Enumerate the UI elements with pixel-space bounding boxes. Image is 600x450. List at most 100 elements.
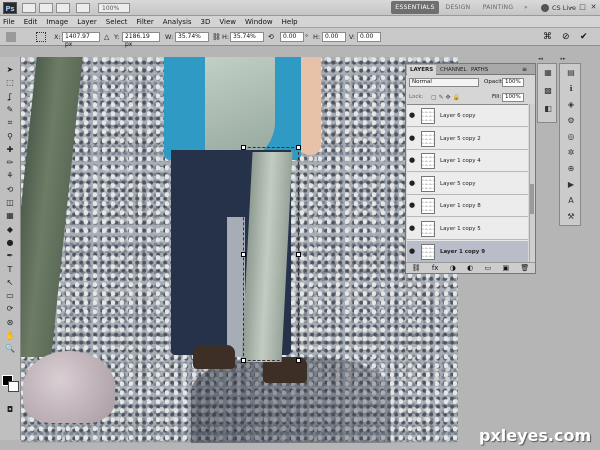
menu-layer[interactable]: Layer [77,16,97,27]
tool-presets-icon[interactable]: ⚒ [565,212,577,222]
layer-row[interactable]: ● Layer 5 copy [407,172,528,195]
relative-position-icon[interactable]: △ [104,32,114,42]
color-panel-icon[interactable]: ▦ [542,68,554,78]
layer-row[interactable]: ● Layer 5 copy 2 [407,127,528,150]
maintain-aspect-ratio-icon[interactable]: ⛓ [212,32,222,42]
masks-panel-icon[interactable]: ◎ [565,132,577,142]
menu-image[interactable]: Image [46,16,68,27]
menu-view[interactable]: View [219,16,236,27]
layer-row[interactable]: ● Layer 1 copy 9 [407,240,528,262]
adjustments-panel-icon[interactable]: ⚙ [565,116,577,126]
layer-row[interactable]: ● Layer 1 copy 8 [407,195,528,218]
histogram-panel-icon[interactable]: ▤ [565,68,577,78]
workspace-painting[interactable]: PAINTING [478,1,518,14]
visibility-eye-icon[interactable]: ● [409,247,417,255]
menu-filter[interactable]: Filter [136,16,153,27]
group-icon[interactable]: ▭ [485,264,492,272]
panel-menu-icon[interactable]: ≡ [522,65,527,75]
layer-list-scroll-thumb[interactable] [530,184,534,214]
menu-file[interactable]: File [3,16,15,27]
clone-source-icon[interactable]: ⊕ [565,164,577,174]
clone-stamp-icon[interactable]: ⚘ [4,171,16,180]
menu-window[interactable]: Window [245,16,273,27]
eyedropper-tool-icon[interactable]: ⚲ [4,132,16,141]
x-position-field[interactable]: 1407.97 px [62,32,100,48]
menu-edit[interactable]: Edit [24,16,38,27]
visibility-eye-icon[interactable]: ● [409,179,417,187]
tab-layers[interactable]: LAYERS [407,65,437,75]
blend-mode-dropdown[interactable]: Normal [409,78,479,87]
visibility-eye-icon[interactable]: ● [409,134,417,142]
menu-select[interactable]: Select [106,16,128,27]
opacity-field[interactable]: 100% [502,78,524,87]
lasso-tool-icon[interactable]: ʆ [4,92,16,101]
healing-brush-icon[interactable]: ✚ [4,145,16,154]
close-window-icon[interactable]: ✕ [589,3,598,12]
layer-mask-icon[interactable]: ◑ [450,264,456,272]
visibility-eye-icon[interactable]: ● [409,225,417,232]
cs-live-icon[interactable] [541,4,549,12]
transform-handle-tl[interactable] [241,145,246,150]
width-scale-field[interactable]: 35.74% [175,32,209,42]
vertical-skew-field[interactable]: 0.00 [357,32,381,42]
document-canvas[interactable] [21,57,458,443]
path-select-icon[interactable]: ↖ [4,278,16,287]
layer-row[interactable]: ● Layer 1 copy 4 [407,150,528,173]
view-extras-icon[interactable] [56,3,70,13]
layer-row[interactable]: ● Layer 1 copy 5 [407,218,528,240]
layer-list-scrollbar[interactable] [529,104,535,262]
adjustment-layer-icon[interactable]: ◐ [467,264,473,272]
commit-transform-icon[interactable]: ✔ [580,32,590,42]
tab-channels[interactable]: CHANNEL [437,65,470,75]
workspace-essentials[interactable]: ESSENTIALS [391,1,439,14]
delete-layer-icon[interactable]: 🗑 [520,264,529,272]
marquee-tool-icon[interactable]: ⬚ [4,78,16,87]
transform-handle-ml[interactable] [241,252,246,257]
mini-bridge-icon[interactable] [39,3,53,13]
layer-style-icon[interactable]: fx [432,264,439,272]
rotation-angle-field[interactable]: 0.00 [280,32,304,42]
menu-help[interactable]: Help [282,16,298,27]
visibility-eye-icon[interactable]: ● [409,157,417,164]
fill-field[interactable]: 100% [502,93,524,102]
quick-mask-icon[interactable]: ◘ [4,405,16,414]
bridge-icon[interactable] [22,3,36,13]
zoom-level-dropdown[interactable]: 100% [98,3,130,13]
minimize-window-icon[interactable]: – [567,3,576,12]
tab-paths[interactable]: PATHS [468,65,491,75]
transform-handle-mr[interactable] [296,252,301,257]
tool-preset-icon[interactable] [6,32,16,42]
transform-handle-tr[interactable] [296,145,301,150]
3d-rotate-icon[interactable]: ⟳ [4,304,16,313]
workspace-design[interactable]: DESIGN [441,1,475,14]
layer-row[interactable]: ● Layer 6 copy [407,105,528,127]
lock-options-icon[interactable]: ▢ ✎ ✥ 🔒 [431,94,479,101]
visibility-eye-icon[interactable]: ● [409,202,417,209]
actions-panel-icon[interactable]: ▶ [565,180,577,190]
crop-tool-icon[interactable]: ⌗ [4,118,16,127]
transform-handle-bl[interactable] [241,358,246,363]
visibility-eye-icon[interactable]: ● [409,112,417,119]
brush-tool-icon[interactable]: ✏ [4,158,16,167]
character-panel-icon[interactable]: A [565,196,577,206]
background-color-swatch[interactable] [8,381,19,392]
panel-collapse-arrows[interactable]: ◂◂ ▸▸ [538,56,600,63]
transform-handle-br[interactable] [296,358,301,363]
history-brush-icon[interactable]: ⟲ [4,185,16,194]
link-layers-icon[interactable]: ⛓ [412,264,421,272]
warp-mode-icon[interactable]: ⌘ [543,32,553,42]
menu-analysis[interactable]: Analysis [163,16,192,27]
new-layer-icon[interactable]: ▣ [502,264,509,272]
brushes-panel-icon[interactable]: ✲ [565,148,577,158]
pen-tool-icon[interactable]: ✒ [4,251,16,260]
type-tool-icon[interactable]: T [4,265,16,274]
styles-panel-icon[interactable]: ◧ [542,104,554,114]
quick-select-tool-icon[interactable]: ✎ [4,105,16,114]
y-position-field[interactable]: 2186.19 px [122,32,160,48]
navigator-panel-icon[interactable]: ◈ [565,100,577,110]
cancel-transform-icon[interactable]: ⊘ [562,32,572,42]
shape-tool-icon[interactable]: ▭ [4,291,16,300]
maximize-window-icon[interactable]: □ [578,3,587,12]
horizontal-skew-field[interactable]: 0.00 [322,32,346,42]
height-scale-field[interactable]: 35.74% [230,32,264,42]
